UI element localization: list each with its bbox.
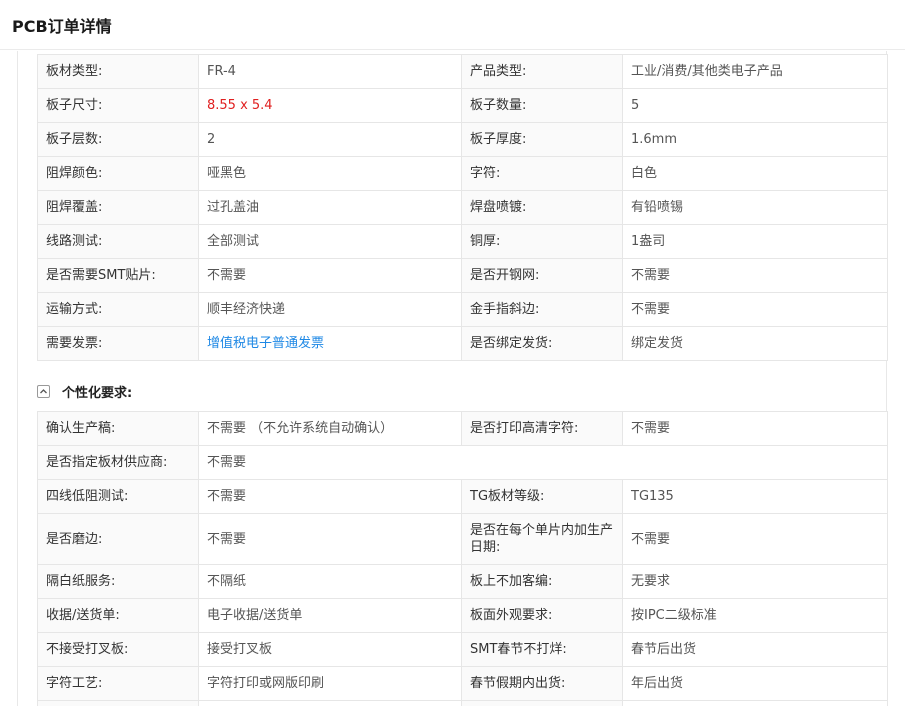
field-label: 是否在每个单片内加生产日期: (461, 513, 623, 565)
field-label: 板上不加客编: (461, 564, 623, 599)
field-label: 是否磨边: (37, 513, 199, 565)
field-value: 白色 (622, 156, 888, 191)
field-label: 是否指定板材供应商: (37, 445, 199, 480)
field-value: 按IPC二级标准 (622, 598, 888, 633)
field-value: 2 (198, 122, 462, 157)
field-value: 不需要 (622, 411, 888, 446)
order-detail-content[interactable]: 板材类型: FR-4 产品类型: 工业/消费/其他类电子产品 板子尺寸: 8.55 x 5… (0, 51, 905, 706)
field-value: 1盎司 (622, 224, 888, 259)
field-value: 不需要 (198, 258, 462, 293)
field-label: 板子厚度: (461, 122, 623, 157)
field-label: 线路测试: (37, 224, 199, 259)
table-row: 收据/送货单: 电子收据/送货单 板面外观要求: 按IPC二级标准 (37, 598, 888, 633)
table-row: 是否指定板材供应商: 不需要 (37, 445, 888, 480)
field-value: 有铅喷锡 (622, 190, 888, 225)
field-value: 字符打印或网版印刷 (198, 666, 462, 701)
field-label: 字符: (461, 156, 623, 191)
table-row: 隔白纸服务: 不隔纸 板上不加客编: 无要求 (37, 564, 888, 599)
field-value: 不需要 (198, 513, 462, 565)
table-row: 是否磨边: 不需要 是否在每个单片内加生产日期: 不需要 (37, 513, 888, 565)
page-header: PCB订单详情 (0, 0, 905, 50)
field-label: 板子数量: (461, 88, 623, 123)
table-row: 阻焊覆盖: 过孔盖油 焊盘喷镀: 有铅喷锡 (37, 190, 888, 225)
table-row: 板子尺寸: 8.55 x 5.4 板子数量: 5 (37, 88, 888, 123)
field-label: 板面外观要求: (461, 598, 623, 633)
basic-spec-table: 板材类型: FR-4 产品类型: 工业/消费/其他类电子产品 板子尺寸: 8.55 x 5… (37, 54, 888, 361)
page-title: PCB订单详情 (12, 17, 112, 36)
field-label: 产品类型: (461, 54, 623, 89)
personalized-section-title: 个性化要求: (62, 385, 133, 401)
field-value: 不需要 (622, 513, 888, 565)
field-label (37, 700, 199, 706)
table-row: 线路测试: 全部测试 铜厚: 1盎司 (37, 224, 888, 259)
table-row: 不接受打叉板: 接受打叉板 SMT春节不打烊: 春节后出货 (37, 632, 888, 667)
field-label: 是否绑定发货: (461, 326, 623, 361)
chevron-up-icon[interactable] (37, 384, 50, 398)
field-value: 过孔盖油 (198, 190, 462, 225)
table-row: 阻焊颜色: 哑黑色 字符: 白色 (37, 156, 888, 191)
field-label: 阻焊颜色: (37, 156, 199, 191)
field-value: 不需要 (198, 479, 462, 514)
field-label: SMT春节不打烊: (461, 632, 623, 667)
field-value: 无要求 (622, 564, 888, 599)
field-label: 需要发票: (37, 326, 199, 361)
field-label: TG板材等级: (461, 479, 623, 514)
field-label: 是否开钢网: (461, 258, 623, 293)
left-border-line (17, 51, 18, 706)
field-label: 焊盘喷镀: (461, 190, 623, 225)
field-label: 隔白纸服务: (37, 564, 199, 599)
field-value: FR-4 (198, 54, 462, 89)
field-label: 收据/送货单: (37, 598, 199, 633)
personalized-section-header[interactable]: 个性化要求: (37, 381, 132, 401)
field-label (461, 700, 623, 706)
table-row: 板子层数: 2 板子厚度: 1.6mm (37, 122, 888, 157)
field-label: 板材类型: (37, 54, 199, 89)
field-label: 板子尺寸: (37, 88, 199, 123)
table-row: 板材类型: FR-4 产品类型: 工业/消费/其他类电子产品 (37, 54, 888, 89)
field-value: 不需要 （不允许系统自动确认） (198, 411, 462, 446)
table-row (37, 700, 888, 706)
field-label: 铜厚: (461, 224, 623, 259)
field-value: 5 (622, 88, 888, 123)
field-value: 春节后出货 (622, 632, 888, 667)
field-label: 四线低阻测试: (37, 479, 199, 514)
field-value: 不隔纸 (198, 564, 462, 599)
field-label: 是否打印高清字符: (461, 411, 623, 446)
field-value: 全部测试 (198, 224, 462, 259)
field-value: 1.6mm (622, 122, 888, 157)
field-label: 是否需要SMT贴片: (37, 258, 199, 293)
table-row: 确认生产稿: 不需要 （不允许系统自动确认） 是否打印高清字符: 不需要 (37, 411, 888, 446)
table-row: 需要发票: 增值税电子普通发票 是否绑定发货: 绑定发货 (37, 326, 888, 361)
field-value: 不需要 (622, 292, 888, 327)
field-label: 阻焊覆盖: (37, 190, 199, 225)
field-label: 春节假期内出货: (461, 666, 623, 701)
table-row: 运输方式: 顺丰经济快递 金手指斜边: 不需要 (37, 292, 888, 327)
field-value: 接受打叉板 (198, 632, 462, 667)
invoice-type-link[interactable]: 增值税电子普通发票 (198, 326, 462, 361)
field-value (198, 700, 462, 706)
table-row: 四线低阻测试: 不需要 TG板材等级: TG135 (37, 479, 888, 514)
field-label: 字符工艺: (37, 666, 199, 701)
table-row: 是否需要SMT贴片: 不需要 是否开钢网: 不需要 (37, 258, 888, 293)
field-value: 年后出货 (622, 666, 888, 701)
field-label: 运输方式: (37, 292, 199, 327)
field-value: 顺丰经济快递 (198, 292, 462, 327)
field-value: 8.55 x 5.4 (198, 88, 462, 123)
field-label: 板子层数: (37, 122, 199, 157)
field-value: 绑定发货 (622, 326, 888, 361)
field-value: TG135 (622, 479, 888, 514)
field-value: 不需要 (198, 445, 888, 480)
field-value (622, 700, 888, 706)
field-value: 不需要 (622, 258, 888, 293)
field-label: 不接受打叉板: (37, 632, 199, 667)
field-value: 电子收据/送货单 (198, 598, 462, 633)
field-value: 哑黑色 (198, 156, 462, 191)
table-row: 字符工艺: 字符打印或网版印刷 春节假期内出货: 年后出货 (37, 666, 888, 701)
field-value: 工业/消费/其他类电子产品 (622, 54, 888, 89)
field-label: 确认生产稿: (37, 411, 199, 446)
field-label: 金手指斜边: (461, 292, 623, 327)
personalized-spec-table: 确认生产稿: 不需要 （不允许系统自动确认） 是否打印高清字符: 不需要 是否指定板材供… (37, 411, 888, 706)
